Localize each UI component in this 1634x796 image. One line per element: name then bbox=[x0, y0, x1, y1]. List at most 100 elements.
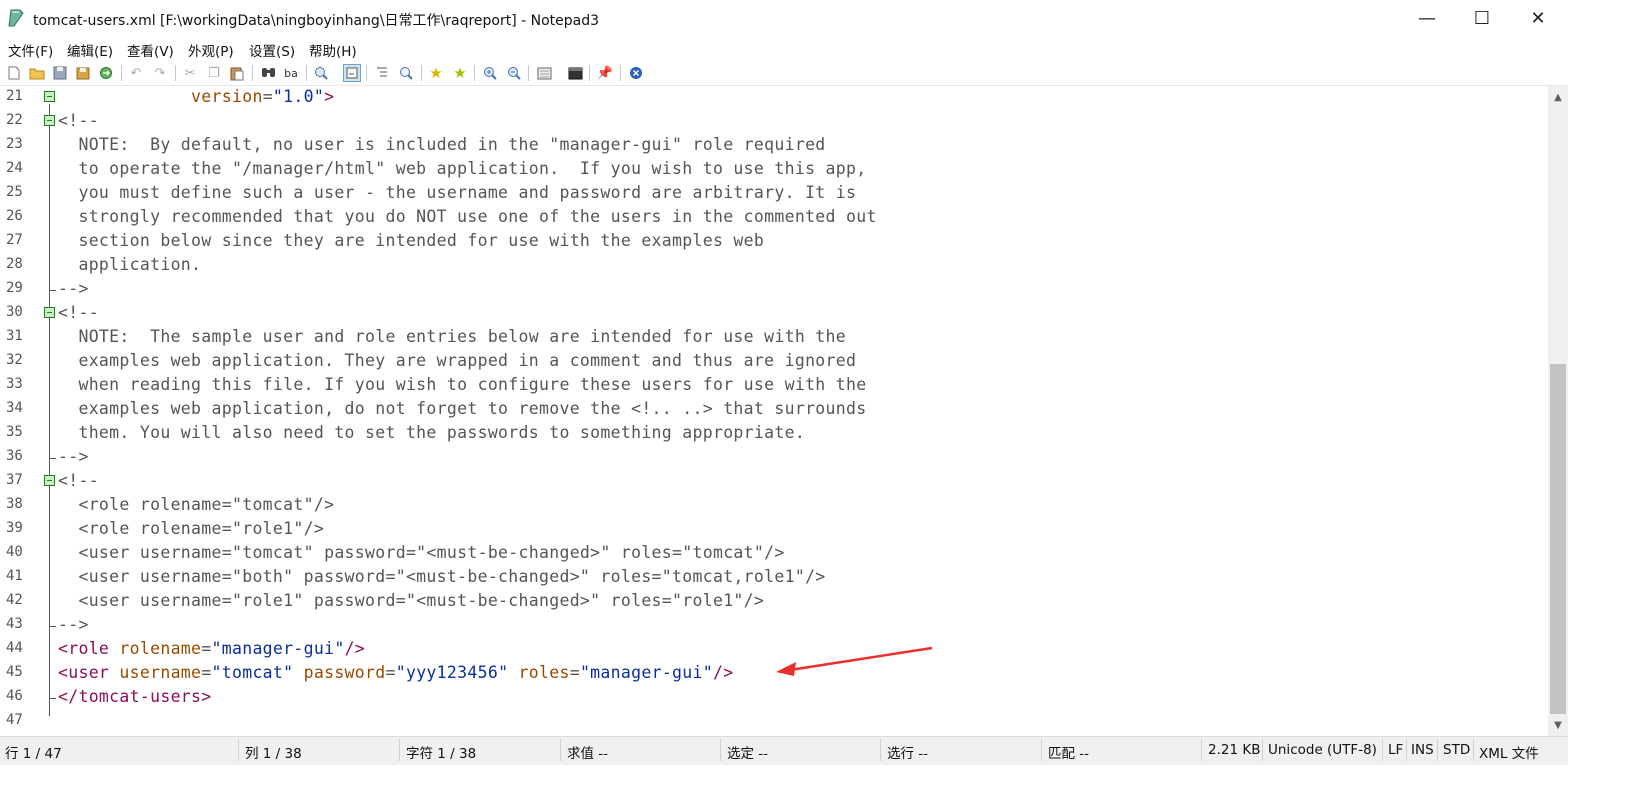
status-line[interactable]: 行 1 / 47 bbox=[5, 742, 62, 762]
open-folder-icon[interactable] bbox=[28, 64, 46, 82]
close-button[interactable]: ✕ bbox=[1511, 0, 1565, 36]
search-file-icon[interactable] bbox=[397, 64, 415, 82]
star-icon[interactable]: ★ bbox=[427, 64, 445, 82]
status-selected-lines[interactable]: 选行 -- bbox=[887, 742, 928, 762]
status-eol[interactable]: LF bbox=[1388, 742, 1403, 758]
editor-line[interactable]: 22 <!-- bbox=[0, 110, 1548, 134]
star-plus-icon[interactable]: ★ bbox=[451, 64, 469, 82]
save-as-icon[interactable] bbox=[74, 64, 92, 82]
fold-toggle-icon[interactable] bbox=[44, 307, 55, 318]
cut-icon[interactable]: ✂ bbox=[181, 64, 199, 82]
line-number: 23 bbox=[6, 136, 23, 152]
new-file-icon[interactable] bbox=[5, 64, 23, 82]
menu-help[interactable]: 帮助(H) bbox=[309, 40, 357, 60]
editor-line[interactable]: 46 </tomcat-users> bbox=[0, 686, 1548, 710]
editor-line[interactable]: 38 <role rolename="tomcat"/> bbox=[0, 494, 1548, 518]
editor-line[interactable]: 40 <user username="tomcat" password="<mu… bbox=[0, 542, 1548, 566]
maximize-button[interactable]: ☐ bbox=[1455, 0, 1509, 36]
status-selection[interactable]: 选定 -- bbox=[727, 742, 768, 762]
editor-line[interactable]: 27 section below since they are intended… bbox=[0, 230, 1548, 254]
editor-line[interactable]: 23 NOTE: By default, no user is included… bbox=[0, 134, 1548, 158]
editor-line[interactable]: 41 <user username="both" password="<must… bbox=[0, 566, 1548, 590]
line-code: <!-- bbox=[58, 471, 99, 490]
line-number: 32 bbox=[6, 352, 23, 368]
line-code: <role rolename="role1"/> bbox=[58, 519, 324, 538]
replace-icon[interactable]: ba bbox=[282, 64, 300, 82]
save-icon[interactable] bbox=[51, 64, 69, 82]
editor-line[interactable]: 26 strongly recommended that you do NOT … bbox=[0, 206, 1548, 230]
copy-icon[interactable]: ❐ bbox=[205, 64, 223, 82]
terminal-icon[interactable] bbox=[566, 64, 584, 82]
code-token: them. You will also need to set the pass… bbox=[58, 423, 806, 442]
line-code: them. You will also need to set the pass… bbox=[58, 423, 805, 442]
line-code: <user username="tomcat" password="<must-… bbox=[58, 543, 785, 562]
paste-icon[interactable] bbox=[228, 64, 246, 82]
line-code: --> bbox=[58, 615, 89, 634]
fold-toggle-icon[interactable] bbox=[44, 475, 55, 486]
find-icon[interactable] bbox=[259, 64, 277, 82]
editor-line[interactable]: 43 --> bbox=[0, 614, 1548, 638]
menu-bar: 文件(F) 编辑(E) 查看(V) 外观(P) 设置(S) 帮助(H) bbox=[0, 37, 1568, 61]
editor-line[interactable]: 36 --> bbox=[0, 446, 1548, 470]
menu-appearance[interactable]: 外观(P) bbox=[188, 40, 234, 60]
editor-line[interactable]: 35 them. You will also need to set the p… bbox=[0, 422, 1548, 446]
window-title: tomcat-users.xml [F:\workingData\ningboy… bbox=[33, 13, 600, 29]
fold-toggle-icon[interactable] bbox=[44, 91, 55, 102]
status-file-size[interactable]: 2.21 KB bbox=[1208, 742, 1260, 758]
scroll-down-arrow-icon[interactable]: ▼ bbox=[1548, 716, 1568, 734]
line-number: 42 bbox=[6, 592, 23, 608]
editor-line[interactable]: 31 NOTE: The sample user and role entrie… bbox=[0, 326, 1548, 350]
word-wrap-icon[interactable] bbox=[343, 64, 361, 82]
line-code: <user username="both" password="<must-be… bbox=[58, 567, 826, 586]
menu-file[interactable]: 文件(F) bbox=[8, 40, 53, 60]
scroll-up-arrow-icon[interactable]: ▲ bbox=[1548, 88, 1568, 106]
minimize-button[interactable]: — bbox=[1400, 0, 1454, 36]
pin-icon[interactable]: 📌 bbox=[596, 64, 614, 82]
editor-line[interactable]: 32 examples web application. They are wr… bbox=[0, 350, 1548, 374]
scrollbar-thumb[interactable] bbox=[1550, 364, 1566, 714]
editor-line[interactable]: 34 examples web application, do not forg… bbox=[0, 398, 1548, 422]
editor-line[interactable]: 28 application. bbox=[0, 254, 1548, 278]
editor-line[interactable]: 21 version="1.0"> bbox=[0, 86, 1548, 110]
menu-edit[interactable]: 编辑(E) bbox=[67, 40, 113, 60]
undo-icon[interactable]: ↶ bbox=[127, 64, 145, 82]
status-insert-mode[interactable]: INS bbox=[1411, 742, 1434, 758]
fold-toggle-icon[interactable] bbox=[44, 115, 55, 126]
indent-icon[interactable] bbox=[373, 64, 391, 82]
editor-line[interactable]: 47 bbox=[0, 710, 1548, 734]
zoom-in-icon[interactable] bbox=[481, 64, 499, 82]
close-circle-icon[interactable] bbox=[627, 64, 645, 82]
zoom-out-icon[interactable] bbox=[505, 64, 523, 82]
status-column[interactable]: 列 1 / 38 bbox=[245, 742, 302, 762]
status-language[interactable]: XML 文件 bbox=[1479, 742, 1539, 762]
redo-icon[interactable]: ↷ bbox=[151, 64, 169, 82]
editor-line[interactable]: 25 you must define such a user - the use… bbox=[0, 182, 1548, 206]
line-number: 26 bbox=[6, 208, 23, 224]
line-code: to operate the "/manager/html" web appli… bbox=[58, 159, 866, 178]
editor-line[interactable]: 39 <role rolename="role1"/> bbox=[0, 518, 1548, 542]
editor-line[interactable]: 24 to operate the "/manager/html" web ap… bbox=[0, 158, 1548, 182]
refresh-icon[interactable] bbox=[97, 64, 115, 82]
editor-line[interactable]: 42 <user username="role1" password="<mus… bbox=[0, 590, 1548, 614]
zoom-page-icon[interactable] bbox=[312, 64, 330, 82]
status-char[interactable]: 字符 1 / 38 bbox=[406, 742, 476, 762]
status-match[interactable]: 匹配 -- bbox=[1048, 742, 1089, 762]
code-editor[interactable]: 21 version="1.0"> 22 <!-- 23 NOTE: By defau… bbox=[0, 86, 1548, 736]
status-calc[interactable]: 求值 -- bbox=[567, 742, 608, 762]
editor-line[interactable]: 37 <!-- bbox=[0, 470, 1548, 494]
code-token: <user username="tomcat" password="<must-… bbox=[58, 543, 785, 562]
code-token: NOTE: The sample user and role entries b… bbox=[58, 327, 847, 346]
line-number: 47 bbox=[6, 712, 23, 728]
menu-view[interactable]: 查看(V) bbox=[127, 40, 174, 60]
status-std[interactable]: STD bbox=[1443, 742, 1470, 758]
line-code: when reading this file. If you wish to c… bbox=[58, 375, 866, 394]
editor-line[interactable]: 33 when reading this file. If you wish t… bbox=[0, 374, 1548, 398]
status-encoding[interactable]: Unicode (UTF-8) bbox=[1268, 742, 1377, 758]
menu-settings[interactable]: 设置(S) bbox=[249, 40, 295, 60]
editor-line[interactable]: 30 <!-- bbox=[0, 302, 1548, 326]
line-number: 36 bbox=[6, 448, 23, 464]
line-code: you must define such a user - the userna… bbox=[58, 183, 856, 202]
editor-line[interactable]: 29 --> bbox=[0, 278, 1548, 302]
schema-icon[interactable] bbox=[535, 64, 553, 82]
line-number: 21 bbox=[6, 88, 23, 104]
